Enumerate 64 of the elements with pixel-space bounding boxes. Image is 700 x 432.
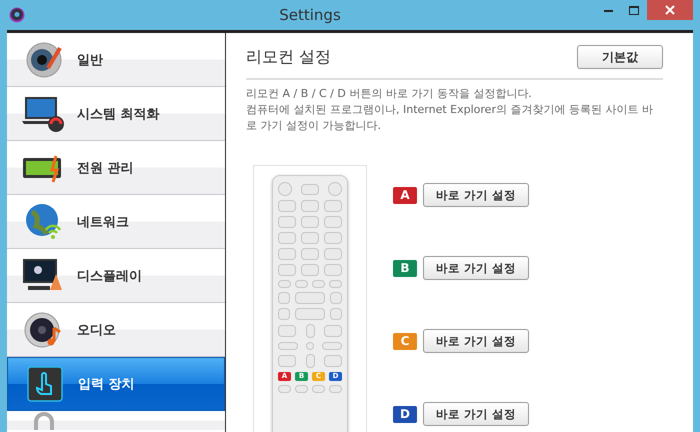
remote-key [301, 200, 319, 212]
remote-key [278, 342, 298, 350]
remote-key [306, 342, 314, 350]
remote-key [278, 248, 296, 260]
remote-key [278, 325, 296, 337]
speaker-icon [24, 310, 64, 350]
remote-key [324, 216, 342, 228]
key-badge: C [393, 332, 417, 350]
remote-key [330, 292, 342, 304]
app-icon [9, 7, 25, 23]
remote-key [301, 232, 319, 244]
remote-key [324, 200, 342, 212]
remote-key [301, 216, 319, 228]
remote-key [278, 385, 291, 393]
remote-key [278, 280, 291, 288]
key-badge: B [393, 260, 417, 276]
maximize-icon [629, 6, 639, 14]
close-button[interactable] [647, 0, 693, 20]
remote-key [328, 182, 342, 196]
default-button[interactable]: 기본값 [577, 45, 663, 69]
remote-key [312, 385, 325, 393]
remote-key [278, 216, 296, 228]
gear-icon [24, 40, 64, 80]
remote-key [278, 182, 292, 196]
remote-key [278, 292, 290, 304]
remote-key [278, 308, 290, 320]
remote-key [295, 308, 325, 320]
minimize-icon [604, 8, 612, 12]
description-text: 리모컨 A / B / C / D 버튼의 바로 가기 동작을 설정합니다. [246, 86, 533, 102]
globe-icon [24, 202, 64, 242]
remote-key [312, 280, 325, 288]
remote-key [324, 232, 342, 244]
remote-key [278, 355, 296, 367]
finger-icon [25, 364, 65, 404]
remote-key [301, 248, 319, 260]
remote-key [301, 264, 319, 276]
shortcut-button[interactable]: 바로 가기 설정 [423, 256, 529, 280]
remote-key [306, 354, 314, 368]
remote-key [324, 325, 342, 337]
remote-key [324, 264, 342, 276]
remote-key [278, 232, 296, 244]
key-badge: D [393, 406, 417, 422]
remote-key [322, 342, 342, 350]
remote-key [324, 248, 342, 260]
remote-key [329, 280, 342, 288]
remote-key [330, 308, 342, 320]
shortcut-button[interactable]: 바로 가기 설정 [423, 402, 529, 426]
remote-key [295, 280, 308, 288]
remote-key [278, 264, 296, 276]
window-title: Settings [278, 6, 342, 24]
remote-key [295, 292, 325, 304]
shortcut-button[interactable]: 바로 가기 설정 [423, 183, 529, 207]
shortcut-button[interactable]: 바로 가기 설정 [423, 329, 529, 353]
close-icon [665, 5, 675, 15]
description-text: 컴퓨터에 설치된 프로그램이나, Internet Explorer의 즐겨찾기에 등록된 사이트 바로 가기 설정이 가능합니다. [246, 102, 654, 134]
sidebar-item[interactable]: 입력 장치 [7, 357, 225, 411]
remote-key [278, 200, 296, 212]
remote-key [301, 184, 319, 194]
panel-title: 리모컨 설정 [246, 46, 332, 68]
remote-key [324, 355, 342, 367]
remote-key [295, 385, 308, 393]
remote-key [306, 324, 314, 338]
remote-key [329, 385, 342, 393]
key-badge: A [393, 186, 417, 204]
